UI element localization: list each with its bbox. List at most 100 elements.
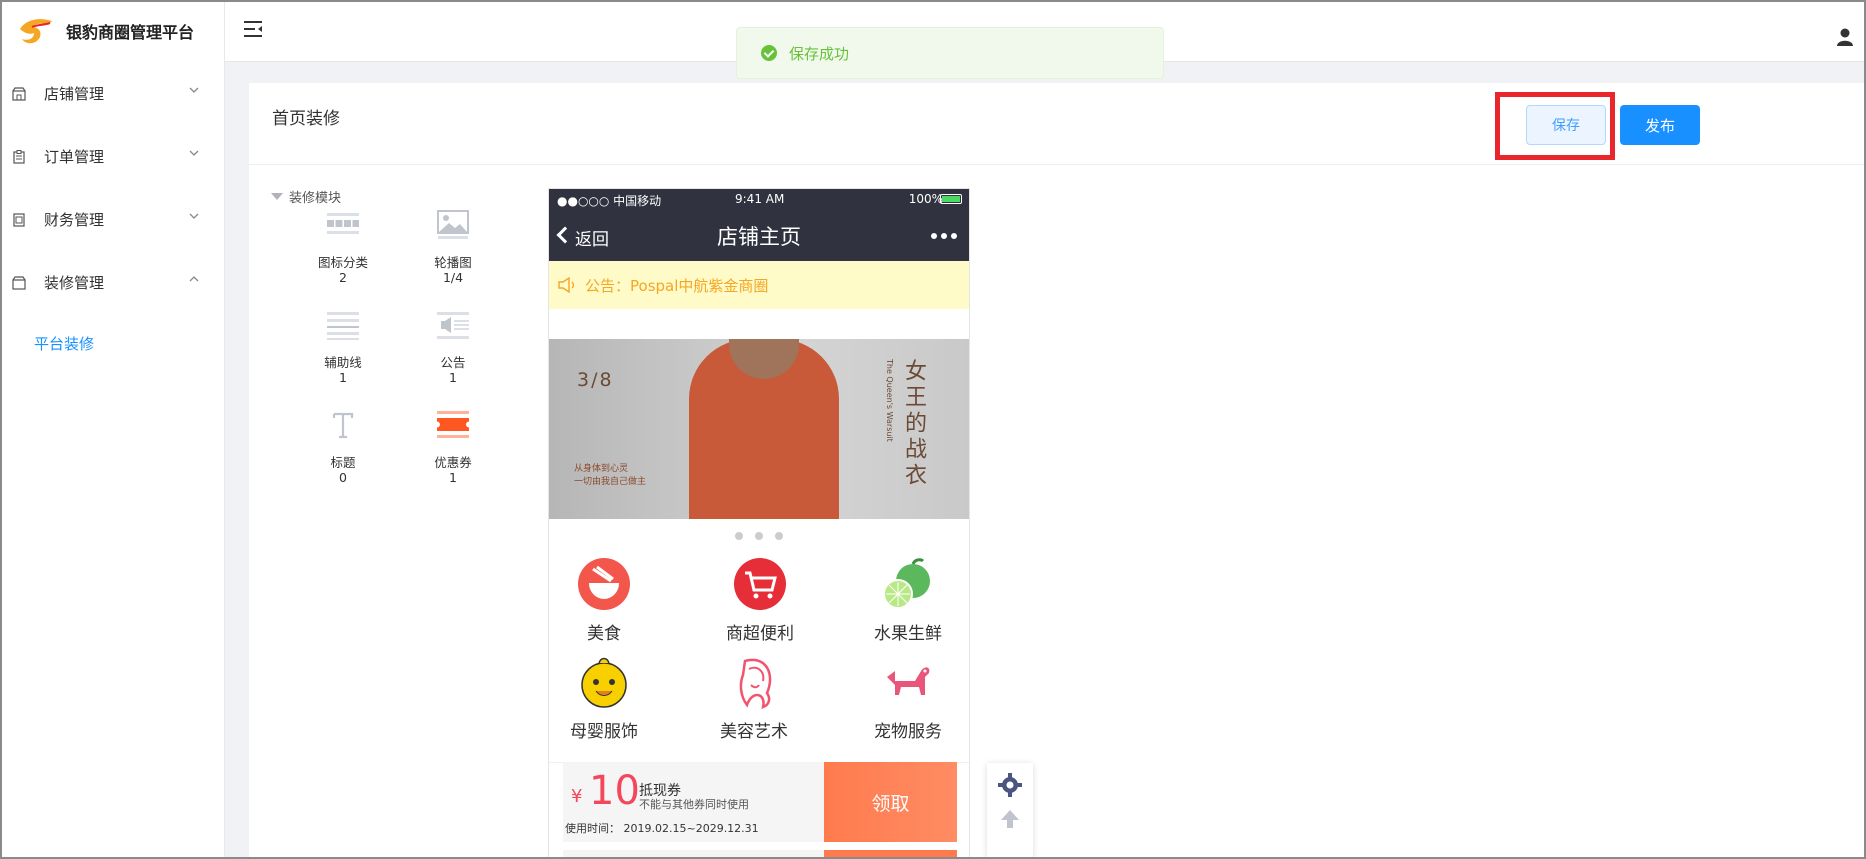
baby-face-icon (581, 657, 627, 708)
carousel-banner[interactable]: 3/8 从身体到心灵 一切由我自己做主 The Queen's Warsuit … (549, 339, 969, 519)
publish-button[interactable]: 发布 (1620, 105, 1700, 145)
leopard-logo-icon (20, 19, 52, 44)
coupon-currency: ¥ (571, 786, 583, 807)
module-icon-category[interactable]: 图标分类 2 (303, 209, 383, 285)
banner-model-image (689, 339, 839, 519)
sidebar-item-decoration[interactable]: 装修管理 (0, 251, 224, 314)
category-label: 商超便利 (726, 624, 794, 644)
clipboard-icon (13, 149, 25, 164)
module-count: 1/4 (442, 270, 464, 285)
category-fresh-fruit[interactable]: 水果生鲜 (853, 557, 963, 644)
module-coupon[interactable]: 优惠券 1 (413, 409, 493, 485)
sidebar-subitem-platform-decoration[interactable]: 平台装修 (0, 314, 224, 372)
notice-text: 公告：Pospal中航紫金商圈 (585, 276, 769, 295)
battery-percent: 100% (908, 192, 943, 206)
speaker-icon (437, 312, 469, 339)
sidebar-item-orders[interactable]: 订单管理 (0, 125, 224, 188)
module-carousel[interactable]: 轮播图 1/4 (413, 209, 493, 285)
store-icon (12, 86, 26, 101)
food-bowl-icon (578, 558, 630, 610)
category-grid: 美食 商超便利 水果生鲜 母婴服饰 美容艺术 宠物服务 (549, 553, 969, 763)
category-label: 水果生鲜 (874, 624, 942, 644)
panel-header: 首页装修 保存 发布 (249, 83, 1866, 165)
module-palette-title: 装修模块 (289, 191, 342, 206)
beauty-woman-icon (739, 658, 772, 709)
module-label: 标题 (330, 455, 356, 470)
coupon-claim-button[interactable]: 领取 (824, 762, 957, 842)
menu-toggle-icon[interactable] (243, 19, 263, 39)
category-label: 美食 (587, 624, 621, 644)
page-title: 首页装修 (272, 109, 340, 129)
status-time: 9:41 AM (735, 192, 785, 206)
module-tools (987, 763, 1033, 859)
more-dots-icon[interactable] (931, 233, 957, 239)
sidebar-item-label: 装修管理 (44, 274, 105, 292)
sidebar-item-label: 订单管理 (44, 148, 105, 166)
sidebar-item-finance[interactable]: 财务管理 (0, 188, 224, 251)
user-icon[interactable] (1836, 27, 1854, 47)
dog-icon (887, 667, 930, 695)
chevron-down-icon (189, 150, 199, 156)
category-beauty[interactable]: 美容艺术 (699, 655, 809, 742)
banner-subtitle: The Queen's Warsuit (885, 359, 894, 442)
image-icon (437, 210, 469, 239)
sidebar: 银豹商圈管理平台 店铺管理 订单管理 财务管理 装修管理 平台装修 (0, 0, 225, 859)
app-title: 银豹商圈管理平台 (66, 23, 195, 42)
category-pet[interactable]: 宠物服务 (853, 655, 963, 742)
battery-icon (940, 194, 962, 204)
carousel-dots[interactable] (549, 519, 969, 553)
module-palette-header[interactable]: 装修模块 (271, 187, 501, 206)
module-palette: 装修模块 图标分类 2 轮播图 1/4 辅助线 1 公告 1 标题 0 优惠券 … (271, 187, 501, 485)
coupon-desc: 不能与其他券同时使用 (639, 798, 749, 811)
banner-page-indicator: 3/8 (577, 369, 614, 391)
phone-status-bar: ●●○○○ 中国移动 9:41 AM 100% (549, 189, 969, 211)
arrow-up-icon[interactable] (998, 807, 1022, 831)
banner-slogan: 从身体到心灵 一切由我自己做主 (574, 463, 646, 489)
category-label: 美容艺术 (720, 722, 788, 742)
module-count: 1 (339, 370, 347, 385)
module-label: 优惠券 (434, 455, 472, 470)
category-label: 母婴服饰 (570, 722, 638, 742)
finance-icon (13, 212, 25, 227)
gear-icon[interactable] (998, 773, 1022, 797)
carrier-label: ●●○○○ 中国移动 (557, 194, 662, 208)
module-count: 0 (339, 470, 347, 485)
coupon-amount: 10 (589, 768, 640, 814)
banner-slogan-line2: 一切由我自己做主 (574, 477, 647, 487)
chevron-down-icon (189, 87, 199, 93)
coupon-icon (434, 411, 472, 438)
coupon-card: ¥ 10 抵现券 不能与其他券同时使用 使用时间： 2019.02.15~202… (563, 762, 957, 842)
chevron-down-icon (189, 213, 199, 219)
sidebar-item-label: 财务管理 (44, 211, 105, 229)
phone-preview: ●●○○○ 中国移动 9:41 AM 100% 返回 店铺主页 公告：Pospa… (548, 188, 970, 859)
notice-bar[interactable]: 公告：Pospal中航紫金商圈 (549, 261, 969, 309)
brand: 银豹商圈管理平台 (0, 0, 224, 62)
banner-slogan-line1: 从身体到心灵 (574, 464, 629, 474)
caret-down-icon (271, 193, 283, 200)
module-count: 1 (449, 370, 457, 385)
category-label: 宠物服务 (874, 722, 942, 742)
main-panel: 首页装修 保存 发布 装修模块 图标分类 2 轮播图 1/4 辅助线 1 公告 … (249, 83, 1866, 859)
sidebar-item-store[interactable]: 店铺管理 (0, 62, 224, 125)
module-heading[interactable]: 标题 0 (303, 409, 383, 485)
chevron-up-icon (189, 276, 199, 282)
module-notice[interactable]: 公告 1 (413, 309, 493, 385)
category-food[interactable]: 美食 (549, 557, 659, 644)
category-supermarket[interactable]: 商超便利 (705, 557, 815, 644)
module-count: 2 (339, 270, 347, 285)
module-count: 1 (449, 470, 457, 485)
fruit-icon (883, 558, 930, 609)
divider-lines-icon (327, 312, 359, 340)
module-label: 图标分类 (317, 255, 368, 270)
save-button[interactable]: 保存 (1526, 105, 1606, 145)
module-divider[interactable]: 辅助线 1 (303, 309, 383, 385)
icon-grid-icon (327, 213, 359, 234)
category-baby[interactable]: 母婴服饰 (549, 655, 659, 742)
module-label: 公告 (440, 355, 466, 370)
speaker-icon (558, 276, 575, 294)
sidebar-item-label: 店铺管理 (44, 85, 105, 103)
success-toast: 保存成功 (736, 27, 1164, 79)
text-heading-icon (332, 412, 354, 439)
decoration-icon (12, 275, 26, 290)
